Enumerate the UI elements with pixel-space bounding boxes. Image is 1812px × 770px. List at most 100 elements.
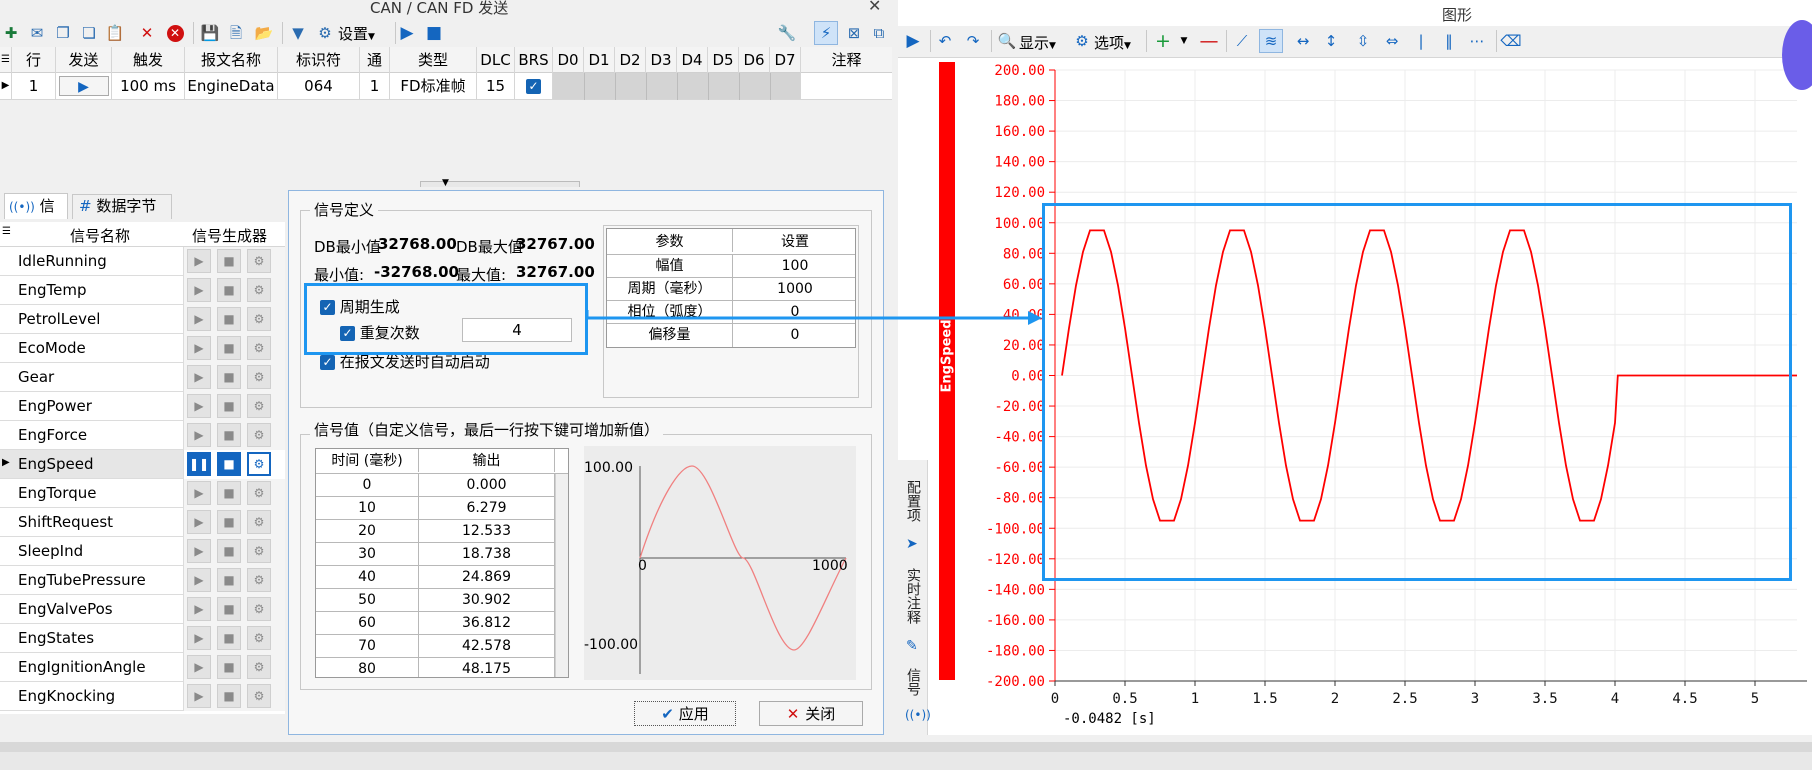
- split-y-icon[interactable]: ⇳: [1352, 30, 1374, 52]
- table-row[interactable]: ▶ 1 ▶ 100 ms EngineData 064 1 FD标准帧 15 ✓: [0, 73, 892, 100]
- filter-icon[interactable]: ▼: [287, 22, 309, 44]
- play-generator-button[interactable]: ▶: [187, 307, 211, 331]
- stop-generator-button[interactable]: ■: [217, 539, 241, 563]
- list-item[interactable]: EngForce ▶ ■ ⚙: [0, 421, 285, 450]
- stop-generator-button[interactable]: ■: [217, 365, 241, 389]
- brs-checkbox-cell[interactable]: ✓: [515, 73, 553, 99]
- table-row[interactable]: 周期（毫秒） 1000: [607, 278, 855, 301]
- time-cell[interactable]: 0: [316, 474, 419, 497]
- table-row[interactable]: 30 18.738: [316, 543, 568, 566]
- output-cell[interactable]: 42.578: [419, 635, 555, 658]
- output-cell[interactable]: 36.812: [419, 612, 555, 635]
- generator-settings-button[interactable]: ⚙: [247, 452, 271, 476]
- table-row[interactable]: 幅值 100: [607, 255, 855, 278]
- time-cell[interactable]: 60: [316, 612, 419, 635]
- play-generator-button[interactable]: ▶: [187, 249, 211, 273]
- paste-icon[interactable]: 📋: [104, 22, 126, 44]
- stop-generator-button[interactable]: ■: [217, 626, 241, 650]
- list-item[interactable]: EngTorque ▶ ■ ⚙: [0, 479, 285, 508]
- table-row[interactable]: 70 42.578: [316, 635, 568, 658]
- play-generator-button[interactable]: ▶: [187, 336, 211, 360]
- add-message-icon[interactable]: ✚: [0, 22, 22, 44]
- tools-icon[interactable]: 🔧: [776, 22, 798, 44]
- time-cell[interactable]: 10: [316, 497, 419, 520]
- stop-generator-button[interactable]: ■: [217, 684, 241, 708]
- play-generator-button[interactable]: ▶: [187, 626, 211, 650]
- generator-settings-button[interactable]: ⚙: [247, 394, 271, 418]
- time-cell[interactable]: 20: [316, 520, 419, 543]
- list-item[interactable]: ▶ EngSpeed ❚❚ ■ ⚙: [0, 450, 285, 479]
- stop-generator-button[interactable]: ■: [217, 249, 241, 273]
- play-generator-button[interactable]: ▶: [187, 655, 211, 679]
- double-cursor-icon[interactable]: ‖: [1438, 30, 1460, 52]
- generator-settings-button[interactable]: ⚙: [247, 568, 271, 592]
- list-item[interactable]: EngStates ▶ ■ ⚙: [0, 624, 285, 653]
- generator-settings-button[interactable]: ⚙: [247, 626, 271, 650]
- output-cell[interactable]: 24.869: [419, 566, 555, 589]
- settings-gear-icon[interactable]: ⚙: [314, 22, 336, 44]
- list-item[interactable]: IdleRunning ▶ ■ ⚙: [0, 247, 285, 276]
- cell-channel[interactable]: 1: [360, 73, 390, 99]
- play-generator-button[interactable]: ▶: [187, 539, 211, 563]
- undo-icon[interactable]: ↶: [934, 30, 956, 52]
- param-value[interactable]: 1000: [733, 278, 857, 301]
- stop-generator-button[interactable]: ■: [217, 655, 241, 679]
- output-cell[interactable]: 6.279: [419, 497, 555, 520]
- time-cell[interactable]: 40: [316, 566, 419, 589]
- list-item[interactable]: EngKnocking ▶ ■ ⚙: [0, 682, 285, 711]
- delete-all-icon[interactable]: ✕: [164, 22, 186, 44]
- options-menu[interactable]: 选项▼: [1094, 32, 1131, 53]
- eraser-icon[interactable]: ⌫: [1500, 30, 1522, 52]
- play-generator-button[interactable]: ▶: [187, 510, 211, 534]
- generator-settings-button[interactable]: ⚙: [247, 655, 271, 679]
- play-generator-button[interactable]: ▶: [187, 597, 211, 621]
- stop-generator-button[interactable]: ■: [217, 278, 241, 302]
- list-item[interactable]: EngTubePressure ▶ ■ ⚙: [0, 566, 285, 595]
- stop-generator-button[interactable]: ■: [217, 336, 241, 360]
- generator-settings-button[interactable]: ⚙: [247, 336, 271, 360]
- more-icon[interactable]: ⋯: [1466, 30, 1488, 52]
- remove-signal-icon[interactable]: —: [1198, 30, 1220, 52]
- list-item[interactable]: EngIgnitionAngle ▶ ■ ⚙: [0, 653, 285, 682]
- add-dropdown-icon[interactable]: ▼: [1173, 30, 1195, 52]
- line-mode-icon[interactable]: ⟋: [1231, 30, 1253, 52]
- stop-generator-button[interactable]: ■: [217, 394, 241, 418]
- close-button[interactable]: ✕ 关闭: [759, 701, 863, 726]
- generator-settings-button[interactable]: ⚙: [247, 365, 271, 389]
- email-icon[interactable]: ✉: [26, 22, 48, 44]
- open-folder-icon[interactable]: 📂: [253, 22, 275, 44]
- table-row[interactable]: 50 30.902: [316, 589, 568, 612]
- time-cell[interactable]: 50: [316, 589, 419, 612]
- fast-send-icon[interactable]: ⚡: [814, 21, 838, 45]
- cell-dlc[interactable]: 15: [477, 73, 515, 99]
- play-generator-button[interactable]: ▶: [187, 568, 211, 592]
- generator-settings-button[interactable]: ⚙: [247, 249, 271, 273]
- list-item[interactable]: ShiftRequest ▶ ■ ⚙: [0, 508, 285, 537]
- time-cell[interactable]: 80: [316, 658, 419, 677]
- output-cell[interactable]: 18.738: [419, 543, 555, 566]
- multi-axis-icon[interactable]: ≋: [1259, 29, 1283, 53]
- cell-identifier[interactable]: 064: [278, 73, 360, 99]
- stop-icon[interactable]: ■: [423, 22, 445, 44]
- cell-type[interactable]: FD标准帧: [390, 73, 477, 99]
- stop-generator-button[interactable]: ■: [217, 481, 241, 505]
- time-cell[interactable]: 30: [316, 543, 419, 566]
- list-item[interactable]: EngValvePos ▶ ■ ⚙: [0, 595, 285, 624]
- output-cell[interactable]: 12.533: [419, 520, 555, 543]
- cursor-icon[interactable]: |: [1410, 30, 1432, 52]
- generator-settings-button[interactable]: ⚙: [247, 481, 271, 505]
- generator-settings-button[interactable]: ⚙: [247, 510, 271, 534]
- generator-settings-button[interactable]: ⚙: [247, 684, 271, 708]
- list-item[interactable]: PetrolLevel ▶ ■ ⚙: [0, 305, 285, 334]
- list-item[interactable]: EngTemp ▶ ■ ⚙: [0, 276, 285, 305]
- tab-signal[interactable]: ((•)) 信号: [4, 193, 68, 240]
- stop-generator-button[interactable]: ■: [217, 307, 241, 331]
- output-cell[interactable]: 48.175: [419, 658, 555, 677]
- list-item[interactable]: EngPower ▶ ■ ⚙: [0, 392, 285, 421]
- table-row[interactable]: 80 48.175: [316, 658, 568, 677]
- send-button[interactable]: ▶: [58, 76, 109, 96]
- list-item[interactable]: SleepInd ▶ ■ ⚙: [0, 537, 285, 566]
- play-generator-button[interactable]: ▶: [187, 365, 211, 389]
- generator-settings-button[interactable]: ⚙: [247, 597, 271, 621]
- play-generator-button[interactable]: ▶: [187, 481, 211, 505]
